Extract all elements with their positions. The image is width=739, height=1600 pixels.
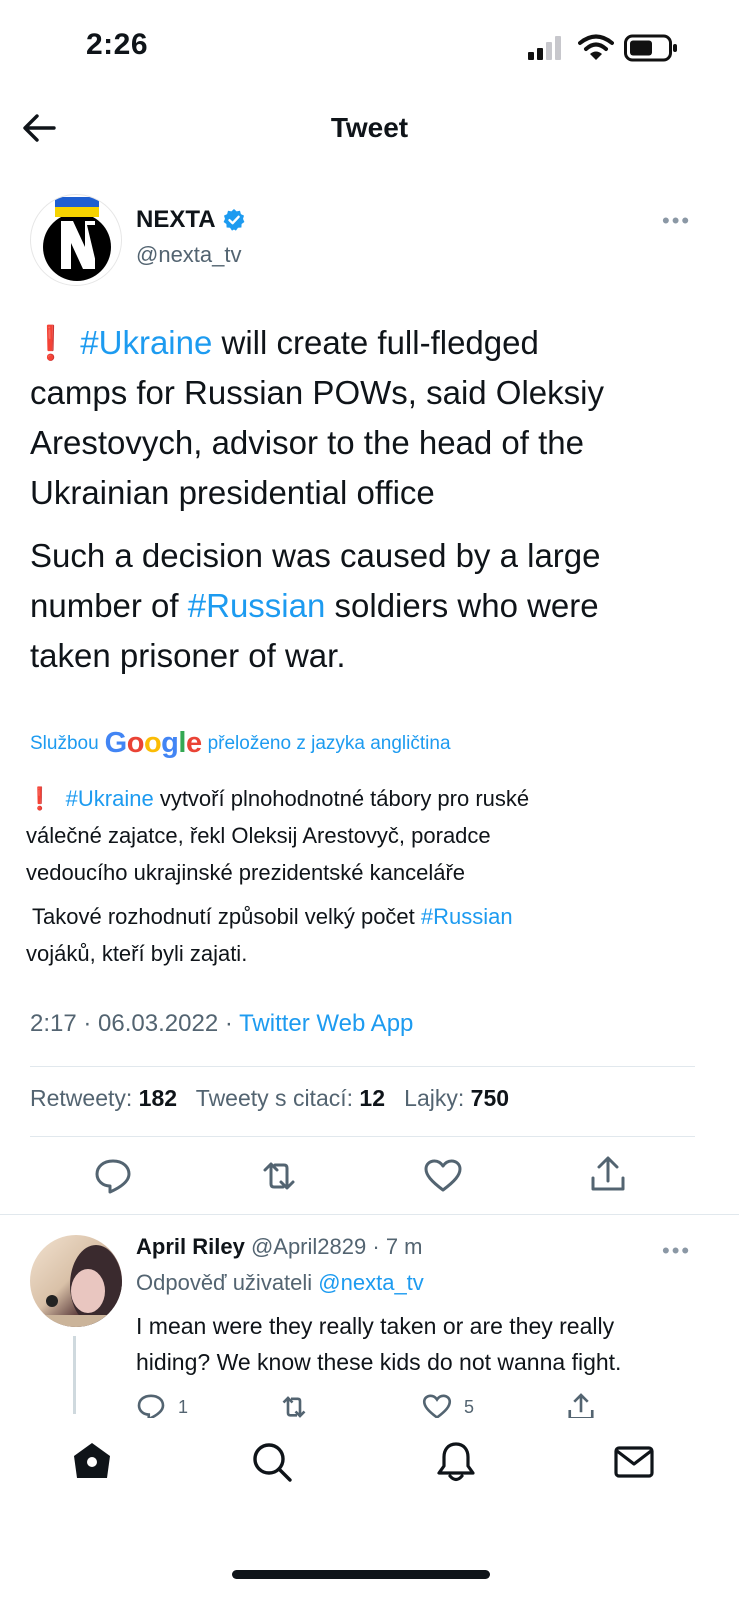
tweet-source-link[interactable]: Twitter Web App [239, 1010, 413, 1037]
status-time: 2:26 [86, 28, 149, 61]
nav-messages[interactable] [612, 1440, 656, 1484]
reply-text: I mean were they really taken or are the… [136, 1308, 716, 1380]
reply-more-options-button[interactable]: ••• [662, 1238, 691, 1264]
share-icon [591, 1156, 625, 1191]
translated-text-fragment: vytvoří plnohodnotné tábory pro ruské [159, 786, 530, 811]
quotes-stat[interactable]: Tweety s citací: 12 [196, 1085, 385, 1111]
messages-mail-icon [614, 1446, 654, 1478]
tweet-timestamp: 2:17 · 06.03.2022 · Twitter Web App [30, 1010, 414, 1037]
nav-home[interactable] [70, 1440, 114, 1484]
retweet-icon [263, 1162, 295, 1190]
like-count: 5 [464, 1396, 475, 1417]
likes-stat[interactable]: Lajky: 750 [404, 1085, 509, 1111]
cellular-signal-icon [528, 36, 568, 60]
tweet-text-line: Such a decision was caused by a large [30, 537, 601, 574]
divider [30, 1136, 695, 1137]
tweet-stats: Retweety: 182 Tweety s citací: 12 Lajky:… [30, 1085, 509, 1112]
divider [30, 1066, 695, 1067]
thread-connector-line [73, 1336, 76, 1414]
reply-time: 7 m [385, 1234, 423, 1259]
nexta-logo-icon [43, 197, 111, 281]
translated-text-line: Takové rozhodnutí způsobil velký počet #… [32, 898, 712, 935]
translated-text-line: válečné zajatce, řekl Oleksij Arestovyč,… [26, 823, 491, 848]
tweet-text-fragment: will create full-fledged [221, 324, 539, 361]
tweet-date: 06.03.2022 [98, 1010, 219, 1037]
battery-icon [624, 34, 678, 62]
wifi-icon [578, 34, 614, 62]
section-divider [0, 1214, 739, 1215]
tweet-text-fragment: soldiers who were [334, 587, 599, 624]
hashtag-russian[interactable]: #Russian [188, 587, 326, 624]
exclamation-icon: ❗ [26, 786, 54, 811]
page-title: Tweet [330, 112, 409, 143]
reply-author-handle: @April2829 [250, 1234, 367, 1259]
share-button[interactable] [588, 1154, 628, 1194]
author-handle[interactable]: @nexta_tv [136, 242, 242, 268]
translated-text-line: vedoucího ukrajinské prezidentské kancel… [26, 860, 466, 885]
retweets-stat[interactable]: Retweety: 182 [30, 1085, 177, 1111]
tweet-text-line: ❗ #Ukraine will create full-fledged [30, 318, 710, 368]
notifications-bell-icon [437, 1442, 475, 1482]
more-horizontal-icon: ••• [662, 208, 692, 233]
reply-count: 1 [178, 1396, 189, 1417]
author-avatar[interactable] [30, 194, 122, 286]
author-name[interactable]: NEXTA [136, 206, 246, 234]
google-logo: Google [104, 727, 202, 759]
translated-text-fragment: Takové rozhodnutí způsobil velký počet [32, 904, 415, 929]
translation-attribution: Službou Google přeloženo z jazyka anglič… [30, 727, 451, 760]
retweet-button[interactable] [259, 1156, 299, 1196]
replying-to-handle[interactable]: @nexta_tv [318, 1270, 424, 1295]
search-icon [253, 1443, 292, 1482]
nav-notifications[interactable] [434, 1440, 478, 1484]
translation-suffix: přeloženo z jazyka angličtina [207, 732, 451, 754]
like-button[interactable] [423, 1156, 463, 1196]
reply-button[interactable] [93, 1156, 133, 1196]
translated-text-line: vojáků, kteří byli zajati. [26, 941, 248, 966]
reply-text-line: hiding? We know these kids do not wanna … [136, 1349, 622, 1375]
reply-author-avatar[interactable] [30, 1235, 122, 1327]
hashtag-ukraine[interactable]: #Ukraine [80, 324, 212, 361]
reply-text-line: I mean were they really taken or are the… [136, 1313, 615, 1339]
tweet-text-line: Ukrainian presidential office [30, 474, 435, 511]
tweet-text-line: camps for Russian POWs, said Oleksiy [30, 374, 604, 411]
comment-icon [95, 1159, 131, 1194]
tweet-text-line: number of #Russian soldiers who were [30, 581, 710, 631]
reply-author-name: April Riley [136, 1234, 245, 1259]
heart-icon [424, 1159, 462, 1192]
more-options-button[interactable]: ••• [662, 208, 691, 234]
replying-to-prefix: Odpověď uživateli [136, 1270, 313, 1295]
hashtag-ukraine-translated[interactable]: #Ukraine [66, 786, 154, 811]
tweet-text-line: Arestovych, advisor to the head of the [30, 424, 584, 461]
hashtag-russian-translated[interactable]: #Russian [421, 904, 513, 929]
home-icon [74, 1443, 110, 1478]
replying-to: Odpověď uživateli @nexta_tv [136, 1270, 424, 1296]
more-horizontal-icon: ••• [662, 1238, 692, 1263]
reply-header[interactable]: April Riley @April2829 · 7 m [136, 1234, 423, 1260]
home-indicator[interactable] [232, 1570, 490, 1579]
nav-search[interactable] [250, 1440, 294, 1484]
author-name-text: NEXTA [136, 206, 216, 233]
tweet-time: 2:17 [30, 1010, 77, 1037]
translation-prefix: Službou [30, 732, 99, 754]
exclamation-icon: ❗ [30, 324, 72, 361]
tweet-text-fragment: number of [30, 587, 179, 624]
translated-text-line: ❗ #Ukraine vytvoří plnohodnotné tábory p… [26, 780, 706, 817]
verified-badge-icon [223, 209, 244, 231]
tweet-text-line: taken prisoner of war. [30, 637, 346, 674]
